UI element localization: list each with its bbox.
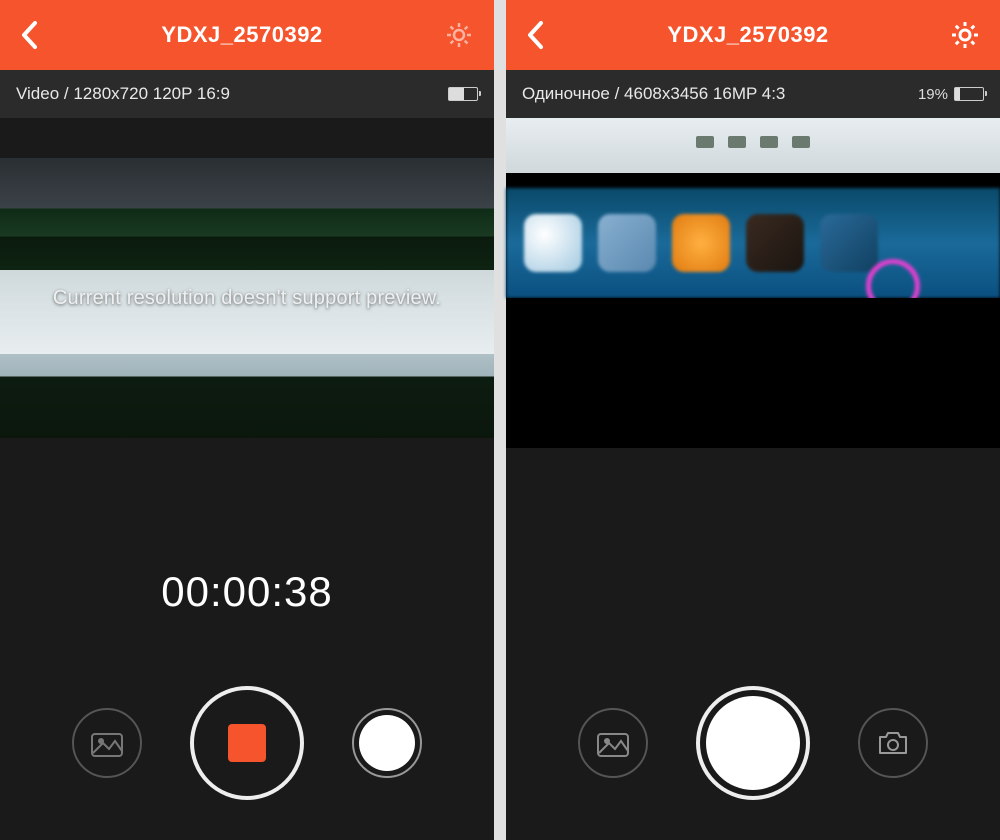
record-stop-button[interactable] bbox=[190, 686, 304, 800]
mode-resolution-text: Video / 1280x720 120P 16:9 bbox=[16, 84, 230, 104]
preview-region bbox=[506, 188, 1000, 298]
app-header: YDXJ_2570392 bbox=[0, 0, 494, 70]
battery-icon bbox=[448, 87, 478, 101]
gallery-button[interactable] bbox=[72, 708, 142, 778]
controls-row bbox=[578, 686, 928, 800]
camera-mode-button[interactable] bbox=[858, 708, 928, 778]
info-bar: Одиночное / 4608x3456 16MP 4:3 19% bbox=[506, 70, 1000, 118]
app-header: YDXJ_2570392 bbox=[506, 0, 1000, 70]
shutter-icon bbox=[706, 696, 800, 790]
battery-indicator bbox=[448, 87, 478, 101]
chevron-left-icon bbox=[20, 20, 40, 50]
gallery-button[interactable] bbox=[578, 708, 648, 778]
preview-region bbox=[506, 298, 1000, 448]
photo-icon bbox=[597, 729, 629, 757]
battery-icon bbox=[954, 87, 984, 101]
controls-area: 00:00:38 bbox=[0, 438, 494, 840]
live-preview[interactable] bbox=[506, 118, 1000, 448]
controls-area bbox=[506, 448, 1000, 840]
battery-indicator: 19% bbox=[918, 86, 984, 103]
mode-toggle-button[interactable] bbox=[352, 708, 422, 778]
settings-button[interactable] bbox=[950, 20, 980, 50]
shutter-button[interactable] bbox=[696, 686, 810, 800]
phone-screen-video: YDXJ_2570392 Video / 1280x720 120P 16:9 … bbox=[0, 0, 494, 840]
chevron-left-icon bbox=[526, 20, 546, 50]
device-title: YDXJ_2570392 bbox=[161, 22, 322, 48]
camera-icon bbox=[876, 729, 910, 757]
settings-button[interactable] bbox=[444, 20, 474, 50]
battery-percent: 19% bbox=[918, 86, 948, 103]
preview-region bbox=[696, 136, 810, 148]
device-title: YDXJ_2570392 bbox=[667, 22, 828, 48]
info-bar: Video / 1280x720 120P 16:9 bbox=[0, 70, 494, 118]
controls-row bbox=[72, 686, 422, 800]
back-button[interactable] bbox=[20, 20, 40, 50]
phone-screen-photo: YDXJ_2570392 Одиночное / 4608x3456 16MP … bbox=[506, 0, 1000, 840]
mode-resolution-text: Одиночное / 4608x3456 16MP 4:3 bbox=[522, 84, 785, 104]
preview-warning: Current resolution doesn't support previ… bbox=[0, 158, 494, 438]
gear-icon bbox=[950, 20, 980, 50]
mode-dot-icon bbox=[359, 715, 415, 771]
record-timer: 00:00:38 bbox=[161, 568, 333, 616]
photo-icon bbox=[91, 729, 123, 757]
gear-icon bbox=[444, 20, 474, 50]
live-preview[interactable]: Current resolution doesn't support previ… bbox=[0, 158, 494, 438]
stop-icon bbox=[228, 724, 266, 762]
back-button[interactable] bbox=[526, 20, 546, 50]
